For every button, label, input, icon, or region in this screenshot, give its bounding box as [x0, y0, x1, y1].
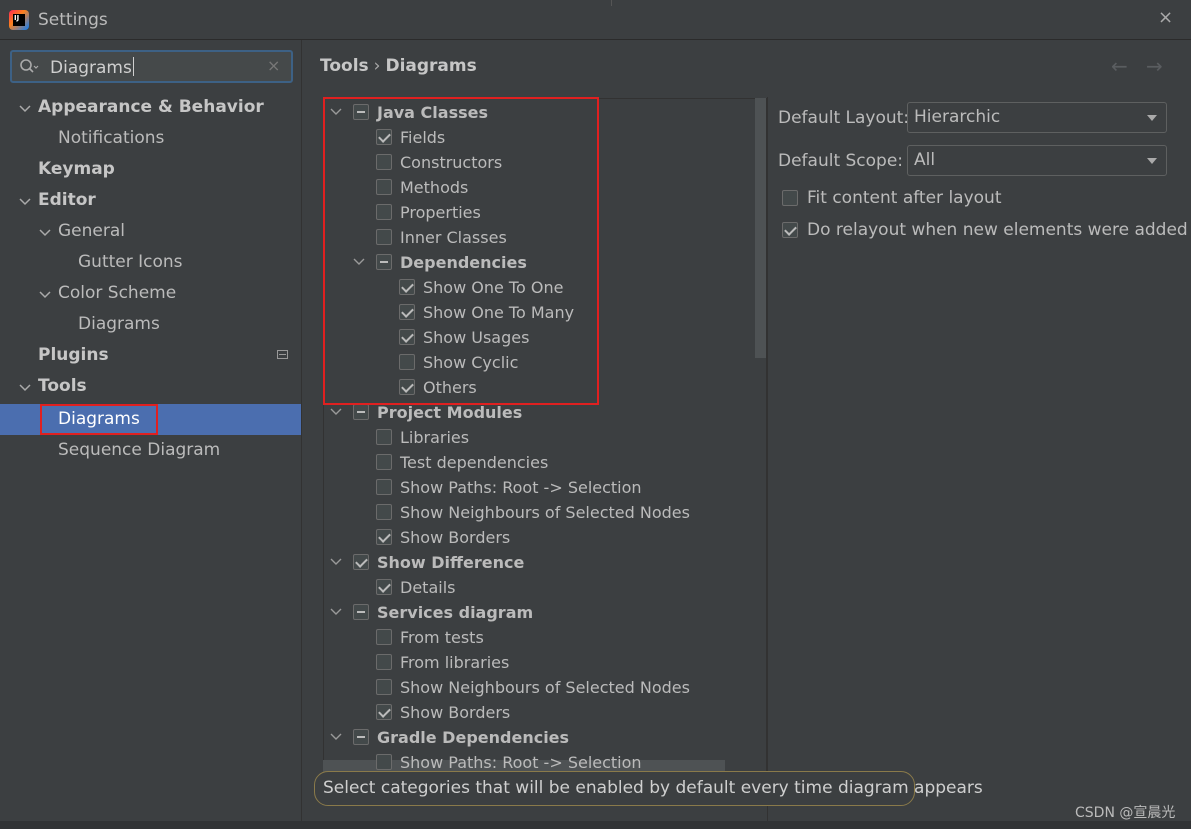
watermark: CSDN @宣晨光	[1075, 805, 1176, 821]
chevron-down-icon[interactable]	[38, 288, 52, 302]
sidebar-item-sequence-diagram[interactable]: Sequence Diagram	[58, 435, 220, 466]
tree-item-label[interactable]: Libraries	[400, 425, 469, 450]
chevron-down-icon[interactable]	[330, 606, 342, 618]
sidebar-item-color-scheme-diagrams[interactable]: Diagrams	[78, 309, 160, 340]
tree-item-checkbox[interactable]	[376, 629, 392, 645]
tree-item-label[interactable]: Show Borders	[400, 525, 510, 550]
chevron-down-icon[interactable]	[330, 731, 342, 743]
chevron-down-icon[interactable]	[330, 406, 342, 418]
tree-item-label[interactable]: Show Paths: Root -> Selection	[400, 475, 642, 500]
relayout-label[interactable]: Do relayout when new elements were added	[807, 220, 1188, 240]
default-scope-select[interactable]: All	[907, 145, 1167, 176]
sidebar-item-appearance-behavior[interactable]: Appearance & Behavior	[38, 92, 264, 123]
sidebar-item-notifications[interactable]: Notifications	[58, 123, 164, 154]
default-scope-value: All	[914, 150, 936, 170]
clear-icon[interactable]: ×	[267, 56, 280, 75]
back-arrow-icon[interactable]: ←	[1111, 54, 1128, 78]
tree-item-checkbox[interactable]	[376, 654, 392, 670]
sidebar-item-keymap[interactable]: Keymap	[38, 154, 115, 185]
relayout-checkbox[interactable]	[782, 222, 798, 238]
group-checkbox[interactable]	[353, 604, 369, 620]
highlight-annotation	[323, 97, 599, 405]
close-icon[interactable]: ×	[1158, 7, 1173, 28]
fit-content-label[interactable]: Fit content after layout	[807, 188, 1002, 208]
tree-item-label[interactable]: Details	[400, 575, 455, 600]
chevron-down-icon[interactable]	[18, 381, 32, 395]
search-input[interactable]: Diagrams ×	[10, 50, 293, 83]
help-tooltip: Select categories that will be enabled b…	[314, 771, 983, 806]
tree-vertical-scrollbar[interactable]	[755, 98, 766, 358]
breadcrumb-separator: ›	[373, 56, 381, 76]
title-bar: IJ Settings ×	[0, 0, 1191, 40]
tree-group-label[interactable]: Services diagram	[377, 600, 533, 625]
tree-item-label[interactable]: From libraries	[400, 650, 509, 675]
search-icon	[20, 59, 39, 73]
highlight-annotation	[40, 404, 158, 435]
divider	[767, 97, 768, 821]
search-value: Diagrams	[50, 58, 132, 78]
sidebar-item-gutter-icons[interactable]: Gutter Icons	[78, 247, 183, 278]
default-layout-label: Default Layout:	[778, 108, 910, 128]
dropdown-arrow-icon	[1147, 158, 1157, 164]
group-checkbox[interactable]	[353, 729, 369, 745]
sidebar-item-color-scheme[interactable]: Color Scheme	[58, 278, 176, 309]
tree-item-checkbox[interactable]	[376, 454, 392, 470]
sidebar-item-editor[interactable]: Editor	[38, 185, 96, 216]
chevron-down-icon[interactable]	[330, 556, 342, 568]
tree-item-checkbox[interactable]	[376, 754, 392, 770]
tree-item-checkbox[interactable]	[376, 579, 392, 595]
tree-group-label[interactable]: Show Difference	[377, 550, 524, 575]
sidebar-item-plugins[interactable]: Plugins	[38, 340, 109, 371]
sidebar-item-general[interactable]: General	[58, 216, 125, 247]
breadcrumb: Tools › Diagrams	[320, 56, 477, 76]
default-layout-select[interactable]: Hierarchic	[907, 102, 1167, 133]
tree-item-checkbox[interactable]	[376, 479, 392, 495]
tree-item-checkbox[interactable]	[376, 704, 392, 720]
tree-item-label[interactable]: Show Neighbours of Selected Nodes	[400, 675, 690, 700]
intellij-logo-icon: IJ	[9, 10, 29, 30]
chevron-down-icon[interactable]	[18, 195, 32, 209]
bottom-strip	[0, 821, 1191, 829]
breadcrumb-current: Diagrams	[385, 56, 477, 76]
text-caret	[132, 57, 134, 76]
settings-sidebar: Diagrams × Appearance & Behavior Notific…	[0, 40, 302, 821]
tree-item-label[interactable]: From tests	[400, 625, 484, 650]
chevron-down-icon[interactable]	[38, 226, 52, 240]
window-title: Settings	[38, 10, 108, 30]
forward-arrow-icon[interactable]: →	[1146, 54, 1163, 78]
default-layout-value: Hierarchic	[914, 107, 1001, 127]
tree-group-label[interactable]: Gradle Dependencies	[377, 725, 569, 750]
fit-content-checkbox[interactable]	[782, 190, 798, 206]
tree-item-label[interactable]: Test dependencies	[400, 450, 548, 475]
tree-item-checkbox[interactable]	[376, 529, 392, 545]
breadcrumb-parent[interactable]: Tools	[320, 56, 369, 76]
chevron-down-icon[interactable]	[18, 102, 32, 116]
sidebar-item-tools[interactable]: Tools	[38, 371, 87, 402]
divider	[611, 0, 612, 6]
tree-item-label[interactable]: Show Neighbours of Selected Nodes	[400, 500, 690, 525]
tree-item-checkbox[interactable]	[376, 504, 392, 520]
group-checkbox[interactable]	[353, 554, 369, 570]
dropdown-arrow-icon	[1147, 115, 1157, 121]
project-level-icon	[277, 350, 288, 359]
tree-item-checkbox[interactable]	[376, 429, 392, 445]
tree-item-checkbox[interactable]	[376, 679, 392, 695]
default-scope-label: Default Scope:	[778, 151, 904, 171]
tree-item-label[interactable]: Show Borders	[400, 700, 510, 725]
group-checkbox[interactable]	[353, 404, 369, 420]
